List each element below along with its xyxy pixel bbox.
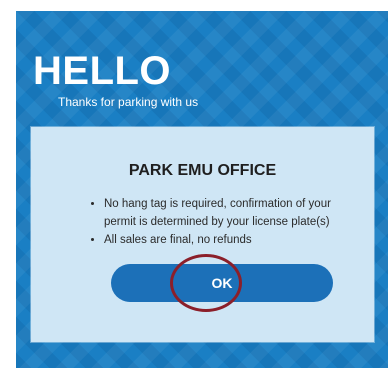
rule-item: All sales are final, no refunds: [104, 231, 362, 249]
welcome-tagline: Thanks for parking with us: [58, 95, 199, 109]
rule-item: No hang tag is required, confirmation of…: [104, 195, 362, 231]
app-screen: HELLO Thanks for parking with us PARK EM…: [16, 11, 388, 368]
welcome-heading: HELLO: [33, 49, 172, 93]
info-dialog: PARK EMU OFFICE No hang tag is required,…: [31, 127, 374, 342]
dialog-title: PARK EMU OFFICE: [128, 162, 277, 179]
rules-list: No hang tag is required, confirmation of…: [88, 195, 362, 249]
ok-button[interactable]: OK: [111, 264, 333, 302]
